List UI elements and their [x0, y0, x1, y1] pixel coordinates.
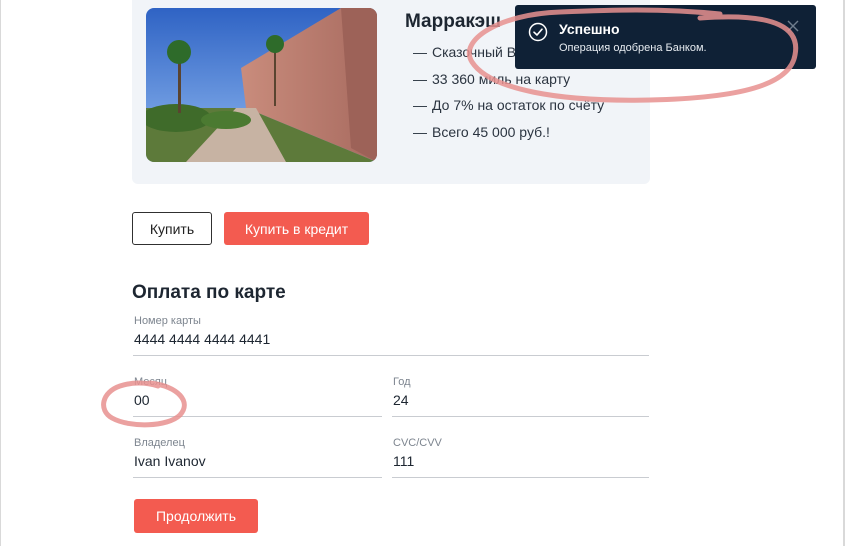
year-label: Год	[393, 376, 411, 388]
cvc-label: CVC/CVV	[393, 437, 442, 449]
card-number-field[interactable]: Номер карты 4444 4444 4444 4441	[133, 315, 649, 356]
month-value[interactable]: 00	[134, 392, 150, 408]
dash-marker: —	[413, 44, 427, 60]
holder-label: Владелец	[134, 437, 185, 449]
card-number-value[interactable]: 4444 4444 4444 4441	[134, 331, 270, 347]
holder-value[interactable]: Ivan Ivanov	[134, 453, 206, 469]
check-circle-icon	[528, 22, 548, 42]
dash-marker: —	[413, 70, 427, 87]
success-toast: Успешно Операция одобрена Банком.	[515, 5, 816, 69]
toast-message: Операция одобрена Банком.	[559, 42, 707, 54]
list-item: — Всего 45 000 руб.!	[413, 124, 604, 151]
feature-text: 33 360 миль на карту	[432, 70, 571, 87]
payment-heading: Оплата по карте	[132, 282, 286, 303]
product-photo	[146, 8, 377, 162]
month-label: Месяц	[134, 376, 168, 388]
holder-field[interactable]: Владелец Ivan Ivanov	[133, 437, 382, 478]
close-icon[interactable]	[786, 19, 800, 33]
feature-text: Всего 45 000 руб.!	[432, 123, 550, 140]
month-field[interactable]: Месяц 00	[133, 376, 382, 417]
toast-title: Успешно	[559, 21, 620, 37]
card-number-label: Номер карты	[134, 315, 201, 327]
dash-marker: —	[413, 123, 427, 140]
list-item: — 33 360 миль на карту	[413, 71, 604, 98]
dash-marker: —	[413, 97, 427, 113]
buy-credit-button[interactable]: Купить в кредит	[224, 212, 369, 245]
feature-text: До 7% на остаток по счёту	[432, 97, 605, 113]
product-title: Марракэш	[405, 11, 501, 32]
continue-button[interactable]: Продолжить	[134, 499, 258, 533]
year-field[interactable]: Год 24	[392, 376, 649, 417]
cvc-field[interactable]: CVC/CVV 111	[392, 437, 649, 478]
list-item: — До 7% на остаток по счёту	[413, 97, 604, 124]
cvc-value[interactable]: 111	[393, 453, 414, 469]
year-value[interactable]: 24	[393, 392, 409, 408]
buy-button[interactable]: Купить	[132, 212, 212, 245]
window-edge-left	[0, 0, 1, 546]
